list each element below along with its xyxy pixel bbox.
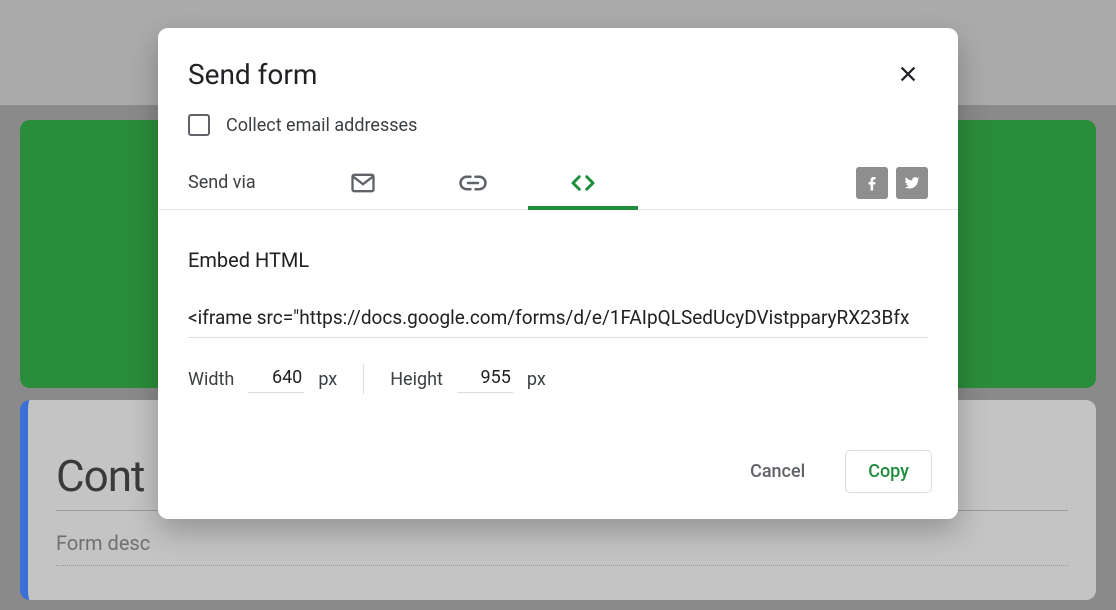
- dialog-footer: Cancel Copy: [158, 404, 958, 519]
- width-input[interactable]: [248, 365, 304, 393]
- dims-separator: [363, 364, 364, 394]
- close-button[interactable]: [888, 54, 928, 94]
- width-label: Width: [188, 369, 234, 390]
- twitter-icon: [903, 174, 921, 192]
- tab-email[interactable]: [308, 156, 418, 210]
- tab-embed[interactable]: [528, 156, 638, 210]
- collect-email-label: Collect email addresses: [226, 115, 417, 136]
- dialog-title: Send form: [188, 58, 317, 91]
- tab-link[interactable]: [418, 156, 528, 210]
- dimensions-row: Width px Height px: [188, 364, 928, 394]
- copy-button[interactable]: Copy: [845, 450, 932, 493]
- send-form-dialog: Send form Collect email addresses Send v…: [158, 28, 958, 519]
- embed-section-title: Embed HTML: [188, 248, 928, 272]
- height-label: Height: [390, 369, 443, 390]
- height-input[interactable]: [457, 365, 513, 393]
- code-icon: [568, 168, 598, 198]
- height-unit: px: [527, 369, 546, 390]
- share-facebook-button[interactable]: [856, 167, 888, 199]
- dialog-body: Embed HTML Width px Height px: [158, 210, 958, 404]
- dialog-header: Send form: [158, 28, 958, 112]
- mail-icon: [349, 169, 377, 197]
- bg-card-desc: Form desc: [56, 531, 1068, 566]
- embed-html-input[interactable]: [188, 300, 928, 338]
- send-via-label: Send via: [188, 172, 308, 193]
- close-icon: [897, 63, 919, 85]
- collect-email-checkbox[interactable]: [188, 114, 210, 136]
- facebook-icon: [863, 174, 881, 192]
- cancel-button[interactable]: Cancel: [728, 451, 827, 492]
- width-unit: px: [318, 369, 337, 390]
- link-icon: [458, 168, 488, 198]
- collect-email-row: Collect email addresses: [158, 112, 958, 156]
- share-twitter-button[interactable]: [896, 167, 928, 199]
- send-via-row: Send via: [158, 156, 958, 210]
